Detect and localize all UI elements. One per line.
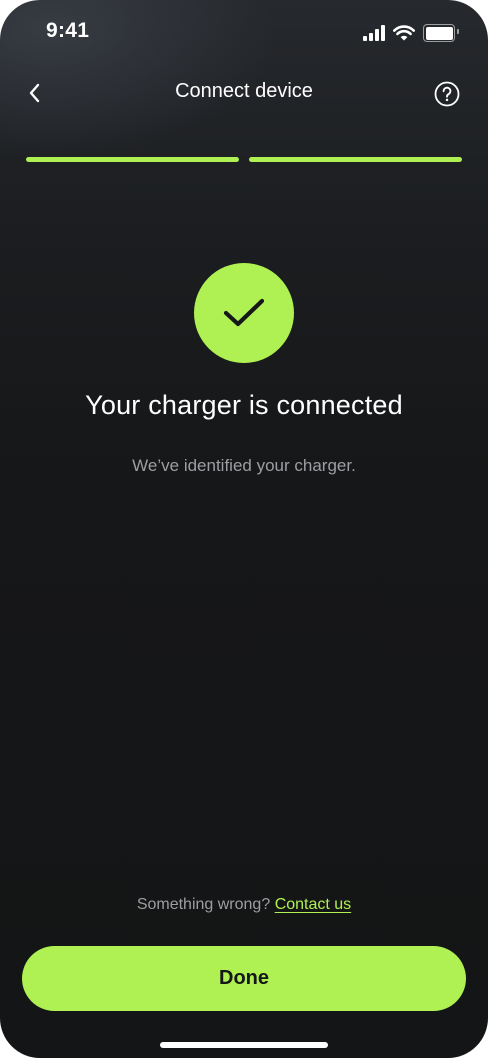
done-button[interactable]: Done bbox=[22, 946, 466, 1011]
signal-icon bbox=[363, 25, 385, 41]
step-progress-bar bbox=[26, 157, 462, 162]
home-indicator bbox=[160, 1042, 328, 1048]
help-button[interactable] bbox=[434, 81, 460, 107]
help-prefix: Something wrong? bbox=[136, 896, 271, 913]
progress-segment bbox=[249, 157, 462, 162]
success-title: Your charger is connected bbox=[85, 390, 403, 420]
progress-segment bbox=[26, 157, 239, 162]
help-line: Something wrong? Contact us bbox=[0, 896, 488, 914]
wifi-icon bbox=[393, 25, 415, 41]
page-title: Connect device bbox=[175, 80, 313, 102]
question-circle-icon bbox=[434, 81, 460, 107]
contact-us-link[interactable]: Contact us bbox=[275, 896, 351, 913]
status-icons bbox=[363, 24, 459, 42]
status-time: 9:41 bbox=[46, 19, 90, 42]
phone-screen: 9:41 Connect device Your charger is conn… bbox=[0, 0, 488, 1058]
success-subtitle: We’ve identified your charger. bbox=[132, 456, 356, 475]
battery-icon bbox=[423, 24, 459, 42]
checkmark-icon bbox=[223, 298, 265, 327]
success-badge bbox=[194, 263, 294, 363]
